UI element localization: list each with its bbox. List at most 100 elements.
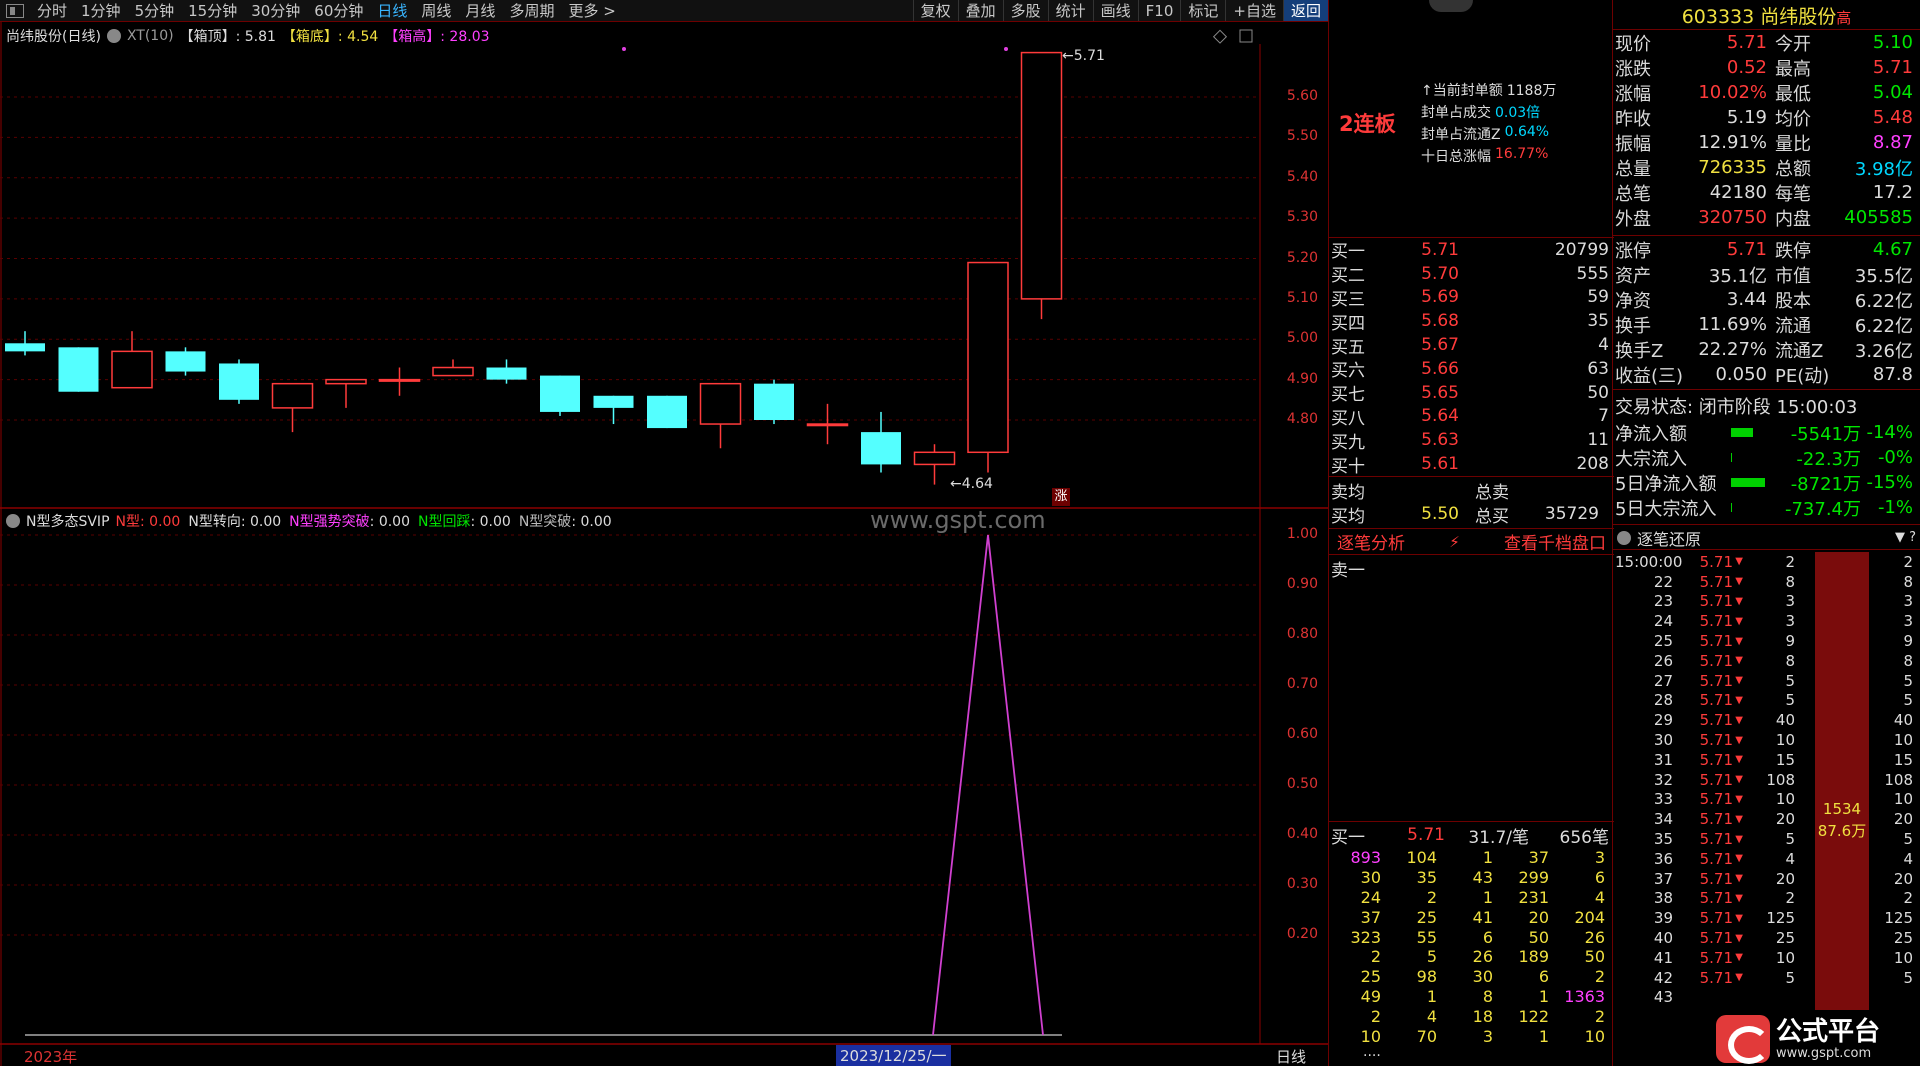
quote-row: 现价 5.71 今开 5.10	[1615, 32, 1913, 55]
ticks-toggle-icon[interactable]	[1617, 530, 1631, 545]
tick-row: 15:00:00 5.71 ▼ 2 2	[1615, 552, 1913, 571]
bid-row[interactable]: 买二 5.70 555	[1329, 262, 1614, 287]
sell-total-label: 总卖	[1475, 482, 1509, 503]
candle	[967, 261, 1009, 473]
buy-total: 35729	[1544, 504, 1599, 524]
period-tab[interactable]: 多周期	[502, 0, 561, 21]
candle-body	[165, 351, 206, 372]
period-tab[interactable]: 1分钟	[74, 0, 128, 21]
candle	[5, 331, 45, 356]
candle	[219, 359, 259, 404]
indicator-tick: 1.00	[1286, 526, 1318, 542]
tool-button[interactable]: F10	[1137, 0, 1181, 21]
trade-status: 交易状态: 闭市阶段 15:00:03	[1615, 397, 1858, 418]
tick-analysis-tab[interactable]: 逐笔分析	[1337, 529, 1405, 554]
low-mark: ←4.64	[950, 476, 993, 492]
price-tick: 5.50	[1286, 128, 1318, 145]
tick-row: 31 5.71 ▼ 15 15	[1653, 750, 1913, 769]
bid-row[interactable]: 买九 5.63 11	[1329, 428, 1614, 453]
tool-button[interactable]: 返回	[1282, 0, 1328, 21]
indicator-tick: 0.30	[1286, 876, 1318, 892]
candle-body	[58, 347, 99, 392]
period-tab[interactable]: 15分钟	[181, 0, 244, 21]
bid-row[interactable]: 买八 5.64 7	[1329, 405, 1614, 429]
candle-body	[593, 395, 634, 408]
queue-row: 2 4 18 122 2	[1370, 1006, 1605, 1026]
tool-button[interactable]: 多股	[1002, 0, 1048, 21]
tool-button[interactable]: 统计	[1047, 0, 1093, 21]
sell1-queue-label: 卖一	[1331, 561, 1365, 581]
tick-row: 23 5.71 ▼ 3 3	[1653, 592, 1913, 611]
tool-button[interactable]: 叠加	[957, 0, 1003, 21]
n-indicator-name: N型多态SVIP	[26, 514, 110, 530]
fundamental-table: 涨停 5.71 跌停 4.67 资产 35.1亿 市值 35.5亿 净资 3.44 股本 6.22亿换…	[1615, 237, 1913, 387]
candle	[325, 378, 367, 408]
quote-row: 净资 3.44 股本 6.22亿	[1615, 289, 1913, 312]
tick-row: 26 5.71 ▼ 8 8	[1653, 651, 1913, 670]
period-tab[interactable]: 60分钟	[307, 0, 370, 21]
candle	[432, 359, 474, 377]
price-tick: 5.00	[1286, 330, 1318, 347]
buy1-summary: 买一 5.71 31.7/笔 656笔	[1331, 825, 1609, 848]
bid-row[interactable]: 买六 5.66 63	[1329, 357, 1614, 382]
flow-bar	[1731, 453, 1732, 462]
avg-block: 卖均 总卖 买均 5.50 总买 35729	[1329, 478, 1614, 527]
candle	[271, 382, 314, 433]
lightning-icon[interactable]: ⚡	[1449, 533, 1460, 551]
depth-book-tab[interactable]: 查看千档盘口	[1504, 529, 1606, 554]
n-indicator-legend: N型多态SVIP N型: 0.00 N型转向: 0.00 N型强势突破: 0.00 N…	[6, 511, 612, 531]
n-indicator-item: N型回踩: 0.00	[418, 514, 511, 530]
candle-body	[647, 395, 687, 429]
period-tab[interactable]: 日线	[370, 0, 414, 21]
price-tick: 5.60	[1286, 88, 1318, 104]
limit-info: ↑当前封单额 1188万 封单占成交 0.03倍 封单占流通Z 0.64% 十日总涨幅 16.…	[1421, 80, 1556, 168]
tool-button[interactable]: +自选	[1225, 0, 1283, 21]
price-tick: 4.80	[1286, 411, 1318, 427]
queue-row: 2 5 26 189 50	[1370, 947, 1605, 967]
period-tab[interactable]: 周线	[414, 0, 458, 21]
candle	[699, 382, 742, 449]
collapse-handle[interactable]	[1429, 0, 1473, 12]
filter-icon[interactable]: ▼ ?	[1895, 530, 1916, 545]
candle-body	[271, 382, 314, 409]
price-tick: 5.40	[1286, 168, 1318, 185]
period-tab[interactable]: 5分钟	[128, 0, 182, 21]
streak-label: 2连板	[1339, 112, 1396, 136]
bid-row[interactable]: 买三 5.69 59	[1329, 286, 1614, 310]
period-tab[interactable]: 月线	[458, 0, 502, 21]
bid-row[interactable]: 买七 5.65 50	[1329, 381, 1614, 406]
bid-row[interactable]: 买五 5.67 4	[1329, 333, 1614, 358]
period-tab[interactable]: 30分钟	[244, 0, 307, 21]
tick-row: 42 5.71 ▼ 5 5	[1653, 968, 1913, 987]
chart-area[interactable]	[0, 22, 1328, 1066]
tick-row: 27 5.71 ▼ 5 5	[1653, 671, 1913, 690]
tick-row: 28 5.71 ▼ 5 5	[1653, 691, 1913, 710]
flow-row: 5日大宗流入 -737.4万 -1%	[1615, 497, 1913, 520]
candle-body	[5, 343, 45, 352]
tool-button[interactable]: 画线	[1092, 0, 1138, 21]
window-icon[interactable]	[1239, 29, 1253, 43]
candle-body	[699, 382, 742, 425]
tick-row: 41 5.71 ▼ 10 10	[1653, 948, 1913, 967]
price-tick: 5.30	[1286, 209, 1318, 226]
queue-row: 323 55 6 50 26	[1350, 927, 1605, 947]
indicator-tick: 0.80	[1286, 626, 1318, 642]
tool-button[interactable]: 复权	[912, 0, 958, 21]
bid-row[interactable]: 买一 5.71 20799	[1329, 238, 1614, 263]
candle-body	[967, 261, 1009, 454]
ticks-title: 逐笔还原	[1637, 529, 1702, 549]
flow-bar	[1731, 503, 1732, 512]
watermark: www.gspt.com	[870, 506, 1046, 534]
indicator2-toggle-icon[interactable]	[6, 514, 20, 528]
tool-button[interactable]: 标记	[1180, 0, 1225, 21]
flow-bar	[1731, 478, 1765, 487]
period-tab[interactable]: 更多 >	[561, 0, 622, 21]
quote-row: 收益(三) 0.050 PE(动) 87.8	[1615, 364, 1913, 387]
bid-row[interactable]: 买四 5.68 35	[1329, 309, 1614, 334]
panel-toggle-icon[interactable]	[6, 3, 24, 18]
diamond-icon[interactable]	[1212, 29, 1228, 44]
bid-row[interactable]: 买十 5.61 208	[1329, 452, 1614, 477]
candle	[913, 444, 956, 485]
quote-row: 振幅 12.91% 量比 8.87	[1615, 132, 1913, 155]
period-tab[interactable]: 分时	[30, 0, 74, 21]
